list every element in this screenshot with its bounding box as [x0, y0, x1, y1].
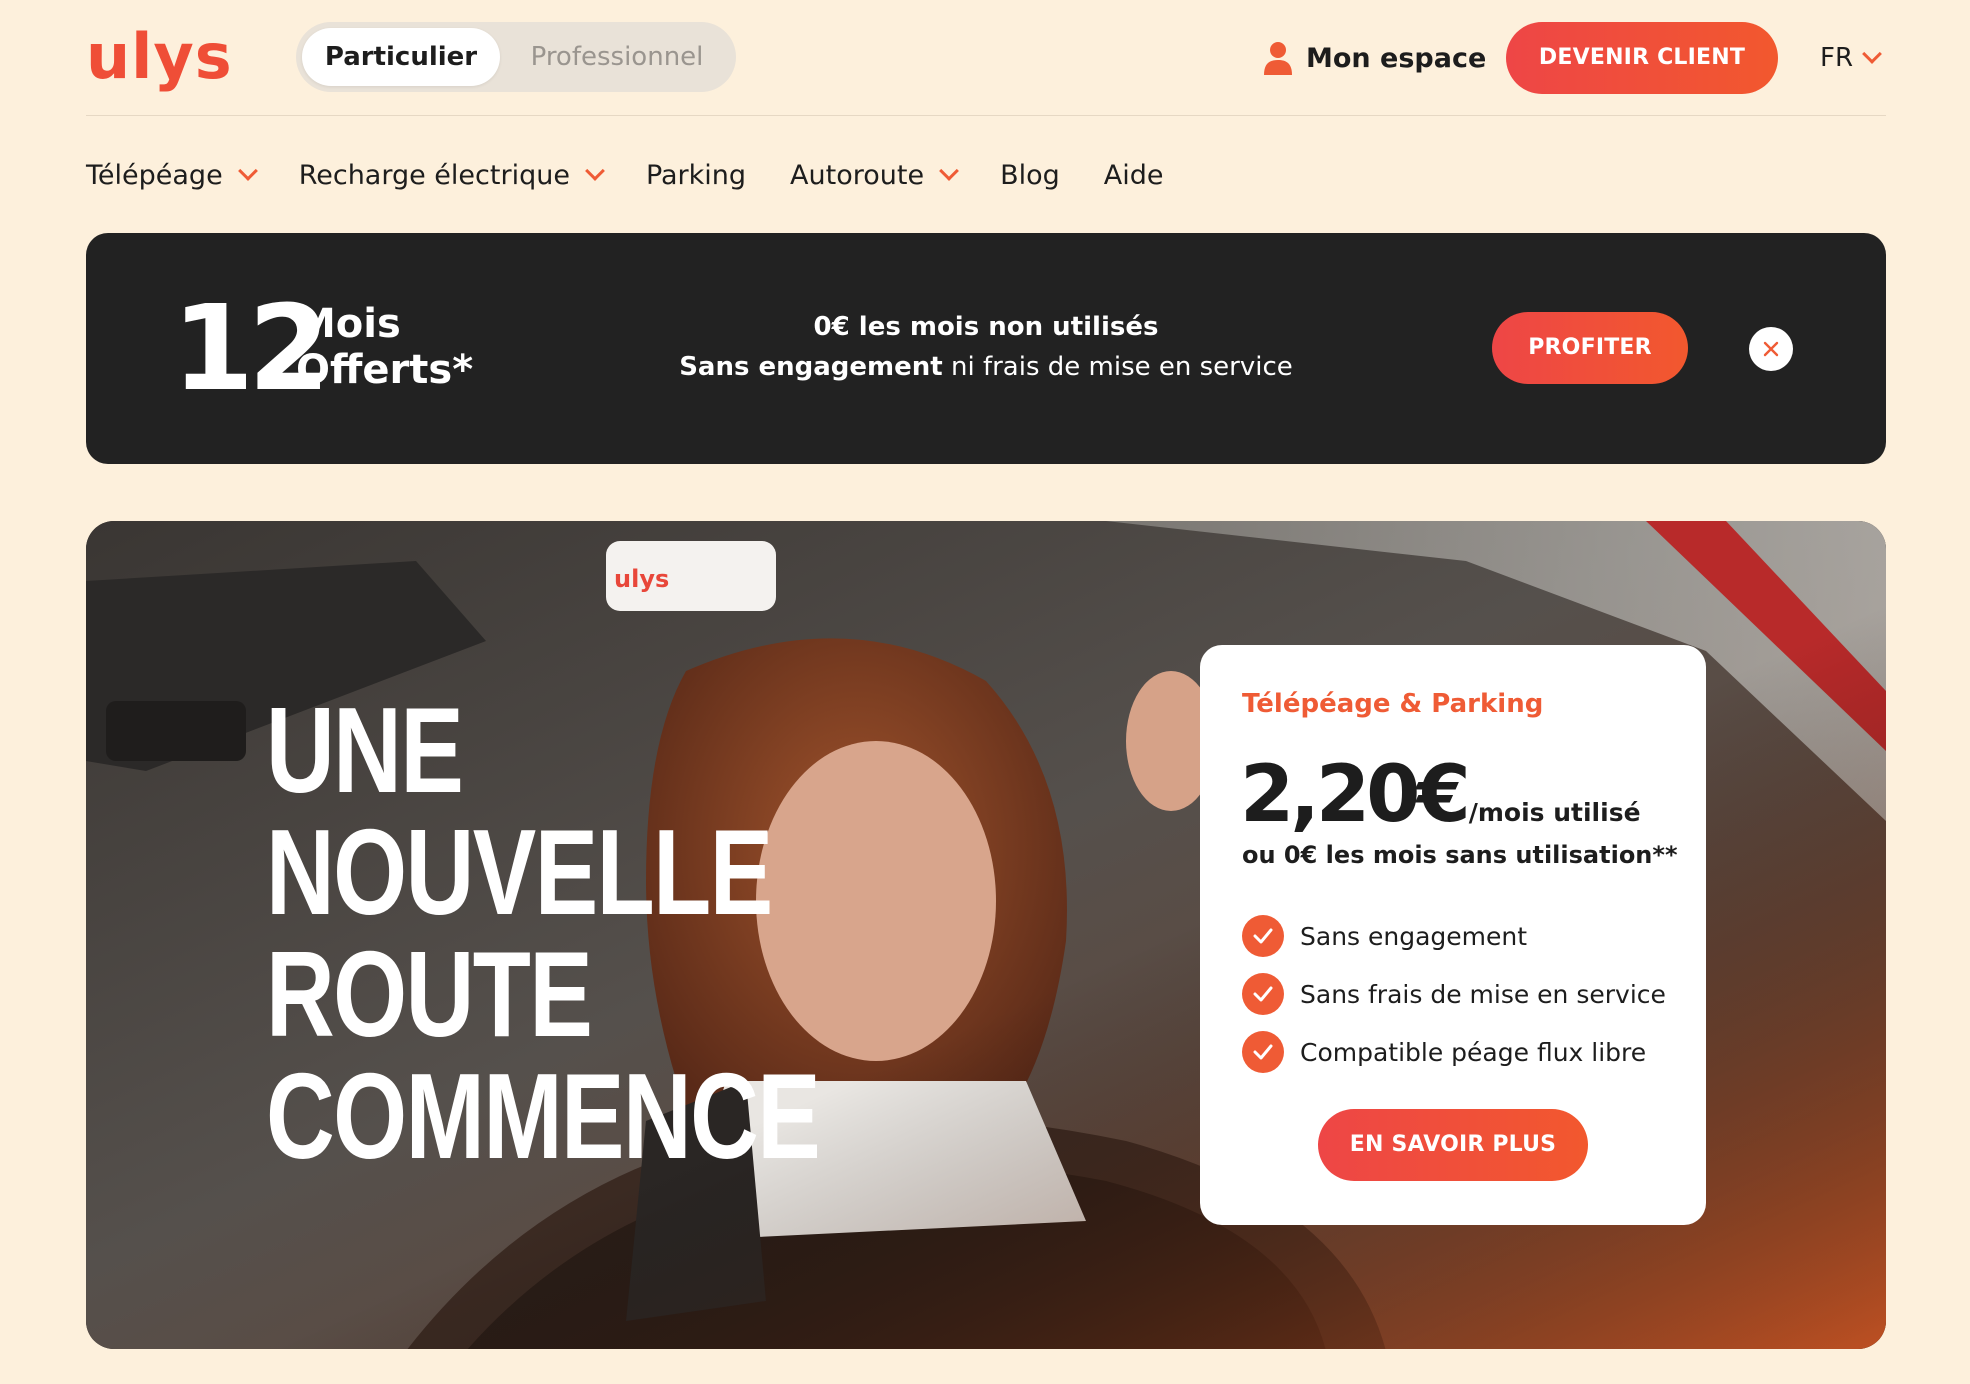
chevron-down-icon — [585, 161, 605, 181]
nav-item-label: Blog — [1000, 159, 1060, 191]
promo-mois-label: Mois — [296, 301, 401, 347]
chevron-down-icon — [1862, 44, 1882, 64]
profiter-button[interactable]: PROFITER — [1492, 312, 1688, 384]
nav-item-label: Autoroute — [790, 159, 925, 191]
promo-description: 0€ les mois non utilisés Sans engagement… — [646, 307, 1326, 387]
promo-line-2-bold: Sans engagement — [679, 352, 943, 382]
nav-item-autoroute[interactable]: Autoroute — [790, 159, 959, 191]
user-icon — [1264, 42, 1292, 75]
language-selector[interactable]: FR — [1820, 40, 1882, 76]
chevron-down-icon — [237, 161, 258, 181]
close-banner-button[interactable] — [1749, 327, 1793, 371]
main-nav: Télépéage Recharge électrique Parking Au… — [86, 150, 1208, 200]
feature-item: Compatible péage flux libre — [1242, 1023, 1666, 1081]
offer-card: Télépéage & Parking 2,20€ /mois utilisé … — [1200, 645, 1706, 1225]
check-icon — [1242, 973, 1284, 1015]
price-unit: /mois utilisé — [1468, 798, 1641, 827]
segment-professionnel[interactable]: Professionnel — [508, 28, 726, 86]
hero-title-line: NOUVELLE — [266, 804, 773, 940]
feature-label: Sans engagement — [1300, 921, 1528, 951]
hero-title-line: UNE — [266, 682, 464, 818]
nav-item-parking[interactable]: Parking — [646, 160, 746, 191]
promo-line-1: 0€ les mois non utilisés — [813, 312, 1159, 342]
offer-subtext: ou 0€ les mois sans utilisation** — [1242, 841, 1678, 869]
feature-item: Sans frais de mise en service — [1242, 965, 1666, 1023]
feature-item: Sans engagement — [1242, 907, 1666, 965]
check-icon — [1242, 915, 1284, 957]
account-link[interactable]: Mon espace — [1262, 36, 1486, 80]
segment-particulier[interactable]: Particulier — [302, 28, 500, 86]
feature-label: Compatible péage flux libre — [1300, 1037, 1647, 1067]
promo-line-2-rest: ni frais de mise en service — [942, 352, 1293, 382]
feature-list: Sans engagement Sans frais de mise en se… — [1242, 907, 1666, 1081]
promo-offerts-label: Offerts* — [296, 347, 474, 393]
chevron-down-icon — [939, 161, 959, 181]
feature-label: Sans frais de mise en service — [1300, 979, 1666, 1009]
offer-price: 2,20€ /mois utilisé — [1240, 755, 1641, 835]
learn-more-button[interactable]: EN SAVOIR PLUS — [1318, 1109, 1588, 1181]
ulys-logo[interactable]: ulys — [86, 26, 233, 88]
language-label: FR — [1820, 43, 1854, 73]
nav-item-label: Recharge électrique — [298, 159, 570, 191]
hero-title-line: COMMENCE — [266, 1048, 821, 1184]
nav-item-label: Télépéage — [86, 159, 223, 191]
nav-item-label: Aide — [1103, 159, 1164, 191]
hero-title-line: ROUTE — [266, 926, 593, 1062]
promo-months-offered: Mois Offerts* — [296, 301, 473, 393]
hero-title: UNE NOUVELLE ROUTE COMMENCE — [266, 682, 821, 1184]
account-label: Mon espace — [1306, 42, 1487, 74]
nav-item-blog[interactable]: Blog — [1000, 160, 1060, 191]
offer-label: Télépéage & Parking — [1242, 689, 1544, 719]
nav-item-label: Parking — [645, 159, 747, 191]
promo-banner: 12 Mois Offerts* 0€ les mois non utilisé… — [86, 233, 1886, 464]
close-icon — [1763, 341, 1779, 357]
nav-item-recharge-electrique[interactable]: Recharge électrique — [298, 159, 605, 191]
customer-type-switch: Particulier Professionnel — [296, 22, 736, 92]
site-header: ulys Particulier Professionnel Mon espac… — [86, 0, 1886, 116]
hero-section: ulys UNE NOUVELLE ROUTE COMMENCE Télépéa… — [86, 521, 1886, 1349]
price-value: 2,20€ — [1240, 750, 1471, 840]
nav-item-telepeage[interactable]: Télépéage — [86, 159, 258, 191]
check-icon — [1242, 1031, 1284, 1073]
become-client-button[interactable]: DEVENIR CLIENT — [1506, 22, 1778, 94]
nav-item-aide[interactable]: Aide — [1104, 160, 1164, 191]
